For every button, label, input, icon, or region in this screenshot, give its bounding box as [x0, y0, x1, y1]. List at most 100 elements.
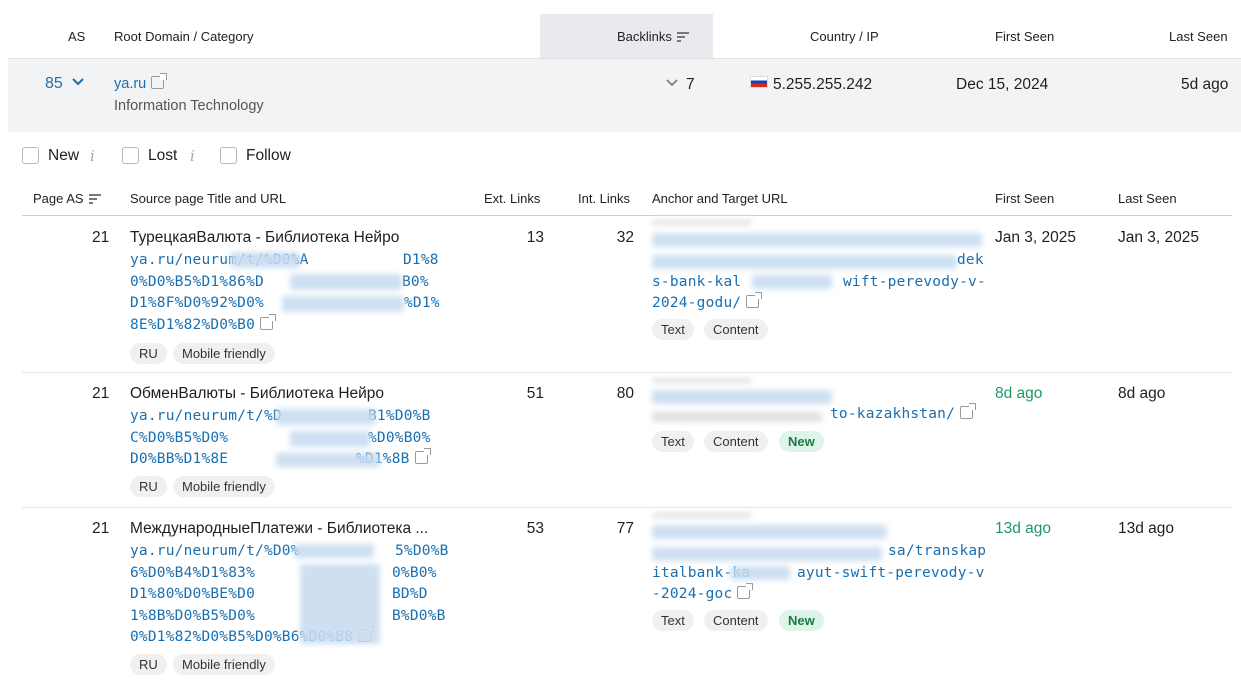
external-link-icon: [151, 73, 168, 89]
anchor-url-link[interactable]: sa/transkap italbank-ka ayut-swift-perev…: [652, 541, 1012, 611]
external-link-icon: [960, 403, 977, 419]
page-as-value: 21: [92, 520, 110, 537]
last-seen-value: Jan 3, 2025: [1118, 229, 1200, 246]
anchor-url-link[interactable]: dek s-bank-kal wift-perevody-v- 2024-god…: [652, 250, 1012, 320]
anchor-segment: to-kazakhstan/: [830, 406, 956, 422]
anchor-segment: dek: [957, 252, 984, 268]
url-segment: B0%: [402, 273, 429, 290]
external-link-icon: [737, 583, 754, 599]
tag-badge: Mobile friendly: [173, 343, 275, 364]
lost-checkbox[interactable]: [122, 147, 139, 164]
follow-checkbox[interactable]: [220, 147, 237, 164]
sort-icon: [88, 194, 101, 204]
tag-badge: RU: [130, 654, 167, 675]
lost-filter-label: Lost: [148, 147, 178, 164]
new-badge: New: [779, 610, 824, 631]
subheader-ext-links[interactable]: Ext. Links: [484, 191, 540, 206]
tag-badge: Mobile friendly: [173, 476, 275, 497]
url-segment: 6%D0%B4%D1%83%: [130, 564, 256, 581]
ext-links-value: 51: [526, 385, 544, 402]
anchor-segment: 2024-godu/: [652, 292, 763, 315]
redaction-blur: [752, 275, 832, 289]
header-divider: [8, 58, 1241, 59]
url-segment: 0%D0%B5%D1%86%D: [130, 273, 264, 290]
sort-icon: [676, 32, 689, 42]
russia-flag-icon: [750, 76, 768, 88]
redaction-blur: [652, 220, 752, 225]
ip-cell: 5.255.255.242: [750, 76, 872, 94]
redaction-blur: [300, 564, 380, 644]
url-segment: 8E%D1%82%D0%B0: [130, 313, 277, 337]
header-first-seen[interactable]: First Seen: [995, 29, 1054, 44]
chevron-down-icon: [666, 79, 678, 87]
redaction-blur: [652, 412, 822, 422]
ip-address: 5.255.255.242: [773, 76, 873, 93]
url-segment: 0%B0%: [392, 564, 437, 581]
first-seen-value: Jan 3, 2025: [995, 229, 1077, 246]
domain-first-seen: Dec 15, 2024: [956, 76, 1049, 93]
redaction-blur: [290, 274, 402, 290]
tag-badge: Mobile friendly: [173, 654, 275, 675]
redaction-blur: [276, 409, 376, 425]
anchor-type-badge: Text: [652, 431, 694, 452]
domain-category: Information Technology: [114, 98, 264, 114]
subheader-first-seen[interactable]: First Seen: [995, 191, 1054, 206]
redaction-blur: [730, 566, 790, 580]
url-segment: D1%80%D0%BE%D0: [130, 586, 256, 602]
redaction-blur: [652, 378, 752, 383]
header-last-seen[interactable]: Last Seen: [1169, 29, 1228, 44]
subheader-anchor[interactable]: Anchor and Target URL: [652, 191, 788, 206]
redaction-blur: [294, 544, 374, 558]
backlinks-count: 7: [686, 76, 695, 93]
url-segment: BD%D: [392, 586, 428, 602]
anchor-url-link[interactable]: to-kazakhstan/: [830, 403, 977, 426]
last-seen-value: 13d ago: [1118, 520, 1175, 537]
external-link-icon: [414, 448, 431, 464]
as-expand-toggle[interactable]: 85: [45, 75, 84, 93]
subheader-page-as-label: Page AS: [33, 191, 84, 206]
subheader-page-as[interactable]: Page AS: [33, 191, 101, 206]
tag-badge: RU: [130, 343, 167, 364]
page-as-value: 21: [92, 229, 110, 246]
anchor-segment: sa/transkap: [888, 543, 987, 559]
anchor-segment: s-bank-kal: [652, 273, 742, 290]
int-links-value: 80: [616, 385, 634, 402]
anchor-segment: -2024-goc: [652, 583, 754, 606]
external-link-icon: [260, 313, 277, 330]
header-as[interactable]: AS: [68, 29, 85, 44]
redaction-blur: [282, 296, 404, 312]
header-backlinks[interactable]: Backlinks: [617, 29, 689, 44]
anchor-segment: ayut-swift-perevody-v: [797, 564, 985, 581]
follow-filter-label: Follow: [246, 147, 291, 164]
domain-name: ya.ru: [114, 76, 147, 92]
domain-link[interactable]: ya.ru: [114, 73, 168, 92]
url-segment: 5%D0%B: [395, 543, 449, 559]
int-links-value: 77: [616, 520, 634, 537]
page-title: МеждународныеПлатежи - Библиотека ...: [130, 520, 429, 537]
table-row: 21 ОбменВалюты - Библиотека Нейро ya.ru/…: [22, 373, 1232, 507]
info-icon[interactable]: i: [190, 147, 195, 165]
anchor-segment: wift-perevody-v-: [843, 273, 986, 290]
anchor-type-badge: Text: [652, 610, 694, 631]
subheader-source[interactable]: Source page Title and URL: [130, 191, 286, 206]
header-backlinks-label: Backlinks: [617, 29, 672, 44]
domain-last-seen: 5d ago: [1181, 76, 1229, 93]
table-row: 21 МеждународныеПлатежи - Библиотека ...…: [22, 508, 1232, 684]
anchor-type-badge: Content: [704, 431, 768, 452]
as-value: 85: [45, 75, 63, 92]
header-country-ip[interactable]: Country / IP: [810, 29, 879, 44]
page-title: ТурецкаяВалюта - Библиотека Нейро: [130, 229, 400, 246]
redaction-blur: [290, 431, 370, 447]
url-segment: B%D0%B: [392, 607, 446, 624]
subheader-int-links[interactable]: Int. Links: [578, 191, 630, 206]
anchor-type-badge: Content: [704, 610, 768, 631]
url-segment: C%D0%B5%D0%: [130, 429, 229, 446]
new-checkbox[interactable]: [22, 147, 39, 164]
info-icon[interactable]: i: [90, 147, 95, 165]
redaction-blur: [652, 525, 887, 539]
ext-links-value: 13: [526, 229, 544, 246]
subheader-last-seen[interactable]: Last Seen: [1118, 191, 1177, 206]
url-segment: ya.ru/neurum/t/%D: [130, 408, 282, 424]
backlinks-expand[interactable]: 7: [666, 76, 695, 94]
header-root-domain[interactable]: Root Domain / Category: [114, 29, 253, 44]
